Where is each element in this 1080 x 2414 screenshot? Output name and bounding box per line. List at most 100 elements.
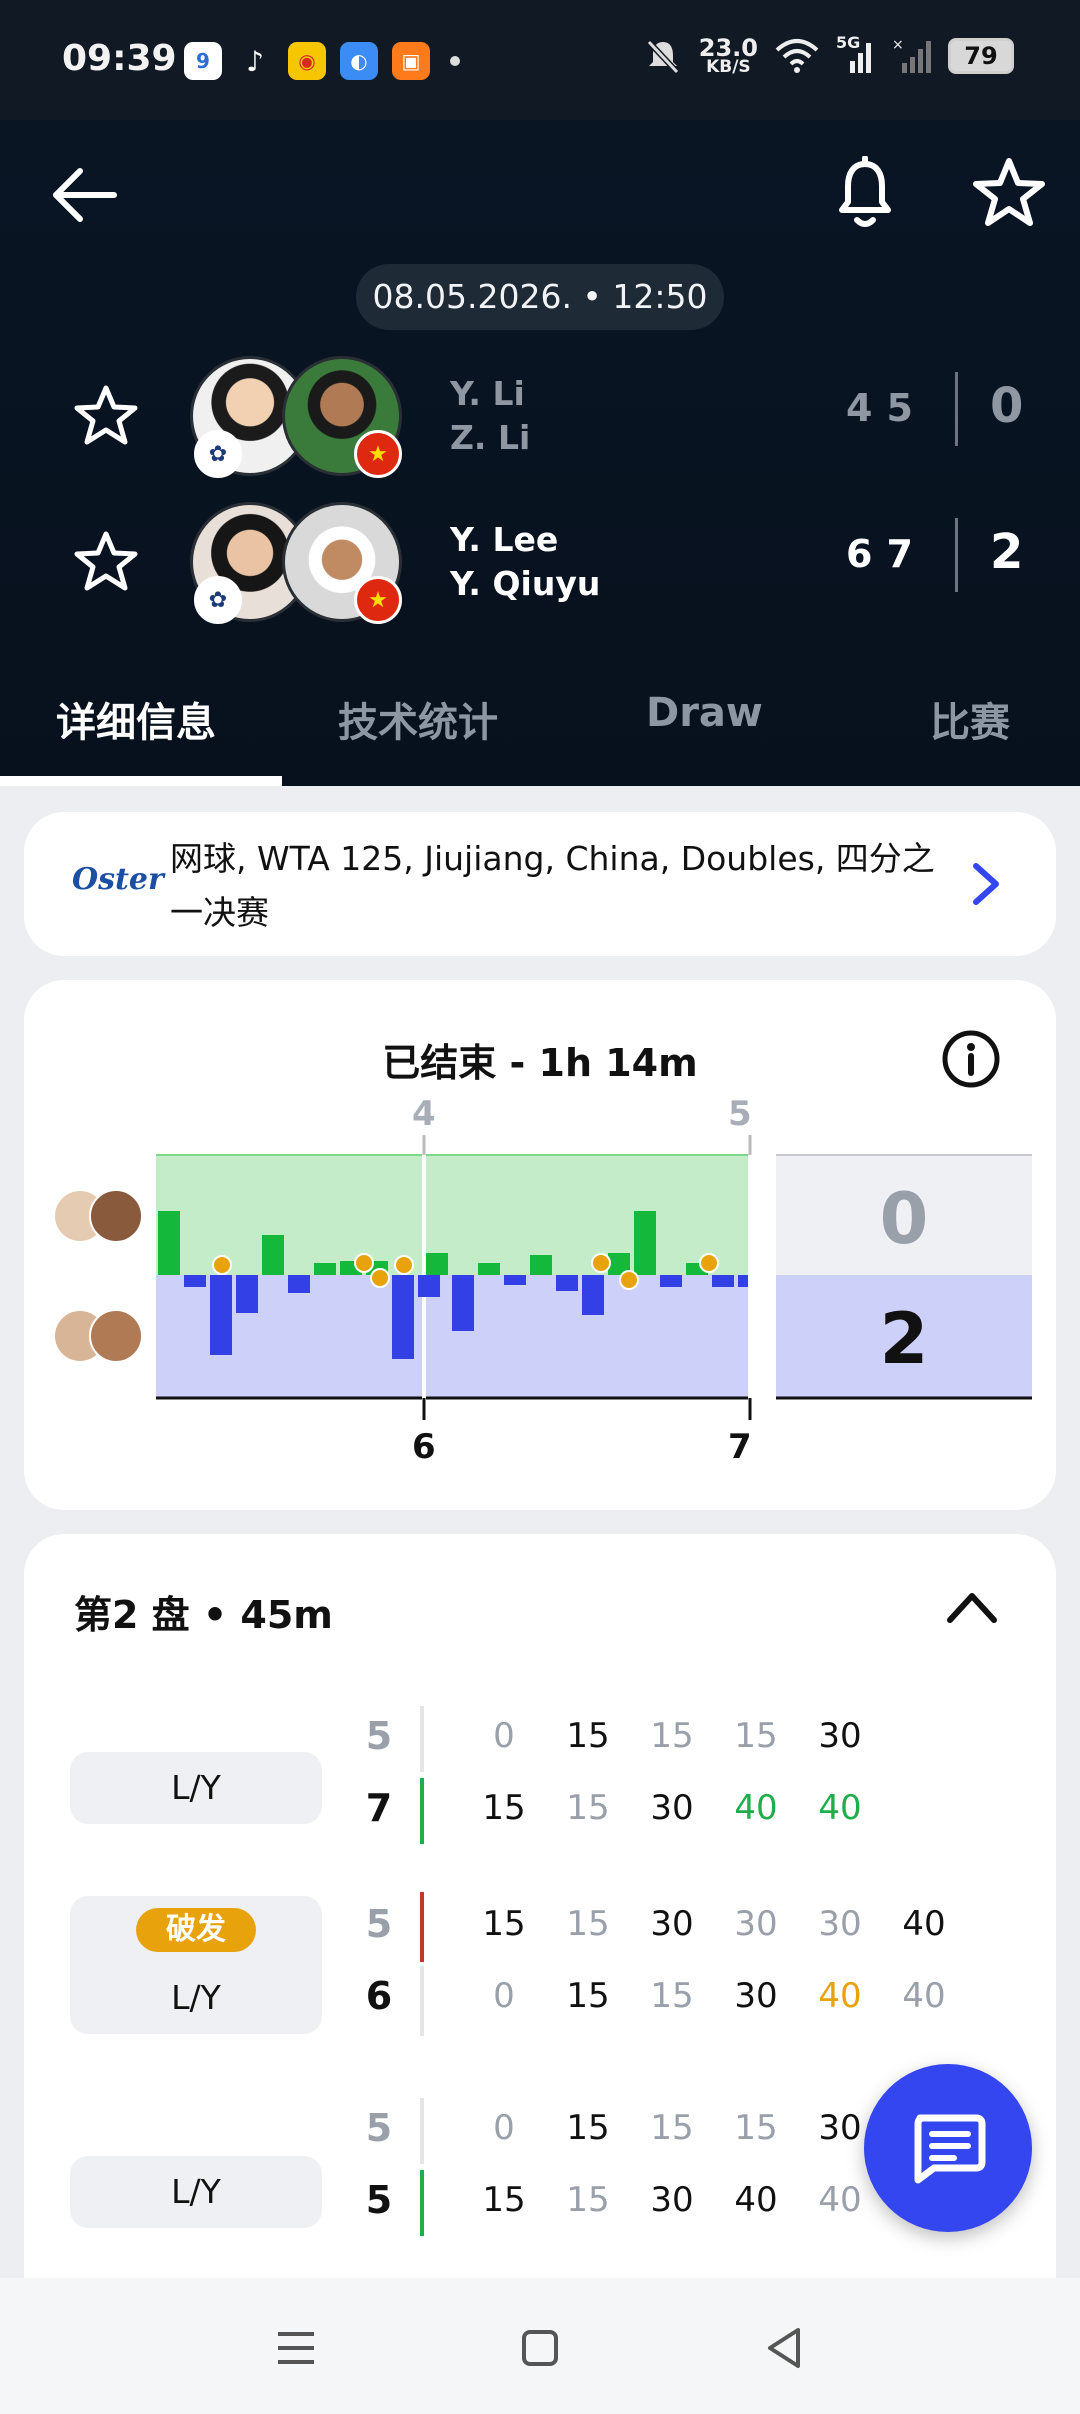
favorite-star-icon[interactable] [972, 156, 1046, 230]
status-app-icons: 9 ♪ ◉ ◐ ▣ [184, 42, 460, 80]
wifi-icon [775, 39, 819, 73]
momentum-card: 已结束 - 1h 14m 4 5 6 7 0 2 [24, 980, 1056, 1510]
game-score-bottom: 7 [365, 1786, 393, 1830]
game-label-pill: L/Y [70, 2156, 322, 2228]
cell-signal-2-icon: × [892, 37, 931, 73]
momentum-bar [452, 1275, 474, 1331]
point-score: 30 [650, 1904, 694, 1944]
game-score-top: 5 [365, 2106, 393, 2150]
momentum-bar [236, 1275, 258, 1313]
row-divider [420, 2098, 424, 2164]
set-2-bottom-games: 7 [728, 1427, 752, 1467]
score-divider [955, 518, 958, 592]
team-1-games: 45 [846, 386, 927, 430]
momentum-bar [738, 1275, 748, 1287]
point-score: 30 [818, 1904, 862, 1944]
momentum-bar [712, 1275, 734, 1287]
home-icon[interactable] [510, 2318, 570, 2378]
status-right: 23.0 KB/S 5G × 79 [643, 33, 1014, 77]
team-2-star-icon[interactable] [74, 530, 138, 594]
point-score: 15 [482, 2180, 526, 2220]
player-name: Y. Qiuyu [450, 564, 601, 603]
chat-button[interactable] [864, 2064, 1032, 2232]
game-label-pill: 破发 L/Y [70, 1896, 322, 2034]
team-1-players: Y. Li Z. Li [450, 372, 530, 460]
team-2-avatars: ✿ ★ [190, 502, 410, 624]
mute-icon [646, 39, 679, 75]
game-score-top: 5 [365, 1714, 393, 1758]
cell-signal-icon: 5G [836, 33, 876, 75]
sets-team-2: 2 [880, 1298, 929, 1380]
avatar [89, 1309, 143, 1363]
momentum-bar [530, 1255, 552, 1275]
momentum-bar [262, 1235, 284, 1275]
point-score: 15 [734, 1716, 778, 1756]
point-score: 15 [482, 1904, 526, 1944]
game-label: L/Y [171, 1768, 221, 1807]
momentum-bar [288, 1275, 310, 1293]
system-nav-bar [0, 2278, 1080, 2414]
tiktok-icon: ♪ [246, 44, 264, 78]
tournament-card[interactable]: Oster 网球, WTA 125, Jiujiang, China, Doub… [24, 812, 1056, 956]
status-bar: 09:39 9 ♪ ◉ ◐ ▣ 23.0 KB/S 5G × 79 [0, 0, 1080, 120]
bell-icon[interactable] [830, 156, 900, 232]
momentum-bar [478, 1263, 500, 1275]
break-point-marker [699, 1253, 719, 1273]
momentum-bar [418, 1275, 440, 1297]
game-score: 6 [846, 532, 887, 576]
player-name: Y. Lee [450, 520, 559, 559]
tab-matches[interactable]: 比赛 [930, 690, 1010, 748]
sets-team-1: 0 [880, 1178, 929, 1260]
chevron-up-icon[interactable] [942, 1584, 1002, 1630]
chat-icon [914, 2114, 986, 2184]
momentum-bar [184, 1275, 206, 1287]
point-score: 15 [482, 1788, 526, 1828]
server-indicator [420, 1778, 424, 1844]
back-arrow-icon[interactable] [50, 160, 120, 230]
point-score: 30 [650, 1788, 694, 1828]
team-1-avatars: ✿ ★ [190, 356, 410, 478]
server-indicator [420, 2170, 424, 2236]
set-1-top-games: 4 [412, 1094, 436, 1134]
game-score-bottom: 6 [365, 1974, 393, 2018]
tpe-flag-icon: ✿ [194, 576, 242, 624]
point-score: 15 [566, 2108, 610, 2148]
team-row-2: ✿ ★ Y. Lee Y. Qiuyu 67 2 [0, 496, 1080, 626]
team-2-games: 67 [846, 532, 927, 576]
back-icon[interactable] [754, 2318, 814, 2378]
team-1-zone [156, 1155, 750, 1275]
team-2-players: Y. Lee Y. Qiuyu [450, 518, 600, 606]
point-score: 15 [566, 1716, 610, 1756]
break-point-marker [394, 1255, 414, 1275]
momentum-bar [158, 1211, 180, 1275]
break-point-marker [212, 1255, 232, 1275]
tab-draw[interactable]: Draw [646, 690, 763, 736]
tab-details[interactable]: 详细信息 [56, 690, 216, 748]
tab-active-indicator [0, 776, 282, 786]
momentum-bar [314, 1263, 336, 1275]
momentum-bar [504, 1275, 526, 1285]
game-label: L/Y [171, 2172, 221, 2211]
point-score: 15 [566, 1904, 610, 1944]
score-divider [955, 372, 958, 446]
menu-icon[interactable] [266, 2318, 326, 2378]
point-score: 30 [818, 1716, 862, 1756]
notification-dot [450, 56, 460, 66]
chn-flag-icon: ★ [354, 430, 402, 478]
net-speed: 23.0 KB/S [698, 33, 758, 77]
match-date-time: 08.05.2026. • 12:50 [356, 264, 724, 330]
tab-bar: 详细信息 技术统计 Draw 比赛 [0, 650, 1080, 786]
tab-statistics[interactable]: 技术统计 [338, 690, 498, 748]
momentum-bar [210, 1275, 232, 1355]
point-score: 0 [493, 1716, 515, 1756]
set-title: 第2 盘 • 45m [74, 1593, 333, 1637]
match-header: 09:39 9 ♪ ◉ ◐ ▣ 23.0 KB/S 5G × 79 08.05.… [0, 0, 1080, 786]
point-score: 15 [566, 1788, 610, 1828]
chevron-right-icon[interactable] [966, 858, 1006, 910]
sponsor-logo: Oster [72, 862, 164, 897]
point-score: 40 [902, 1976, 946, 2016]
momentum-bar [660, 1275, 682, 1287]
team-1-star-icon[interactable] [74, 384, 138, 448]
player-name: Y. Li [450, 374, 525, 413]
break-point-marker [591, 1253, 611, 1273]
